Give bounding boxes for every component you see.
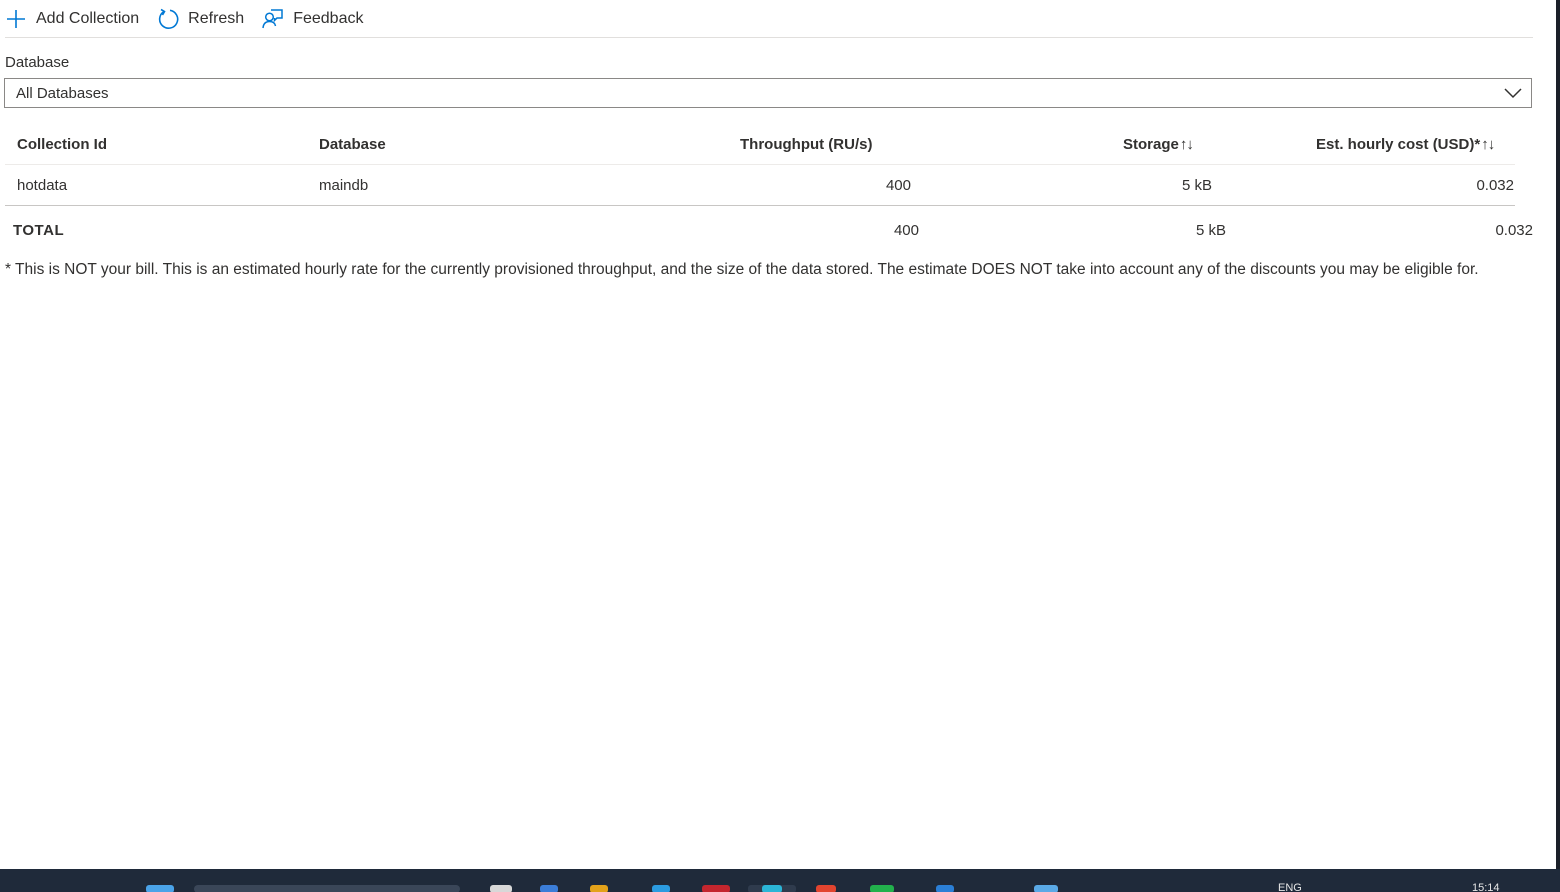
- start-icon[interactable]: [146, 885, 174, 892]
- total-label: TOTAL: [13, 221, 65, 239]
- app-icon[interactable]: [936, 885, 954, 892]
- app-icon[interactable]: [652, 885, 670, 892]
- window-border: [1556, 0, 1560, 892]
- cost-disclaimer: * This is NOT your bill. This is an esti…: [5, 261, 1479, 278]
- language-indicator[interactable]: ENG: [1278, 882, 1302, 892]
- total-throughput: 400: [893, 221, 919, 239]
- clock[interactable]: 15:14: [1472, 882, 1500, 892]
- refresh-button[interactable]: Refresh: [157, 3, 244, 35]
- total-row: TOTAL 400 5 kB 0.032: [0, 210, 1540, 250]
- header-throughput-label: Throughput (RU/s): [740, 135, 873, 153]
- app-icon[interactable]: [762, 885, 782, 892]
- app-icon[interactable]: [490, 885, 512, 892]
- table-row[interactable]: hotdata maindb 400 5 kB 0.032: [5, 165, 1515, 206]
- page: Add Collection Refresh Feedback Database…: [0, 0, 1560, 892]
- refresh-label: Refresh: [188, 9, 245, 27]
- app-icon[interactable]: [1034, 885, 1058, 892]
- cell-collection-id: hotdata: [17, 176, 68, 194]
- header-cost-label: Est. hourly cost (USD)*: [1316, 135, 1481, 153]
- header-storage[interactable]: Storage ↑↓: [1123, 124, 1194, 164]
- cell-throughput: 400: [885, 176, 911, 194]
- refresh-icon: [157, 8, 179, 30]
- app-icon[interactable]: [816, 885, 836, 892]
- sort-icon[interactable]: ↑↓: [1180, 136, 1194, 153]
- database-filter-label: Database: [5, 54, 70, 71]
- database-dropdown[interactable]: All Databases: [4, 78, 1532, 108]
- cell-database: maindb: [319, 176, 369, 194]
- taskbar: ENG 15:14: [0, 869, 1560, 892]
- header-throughput[interactable]: Throughput (RU/s): [740, 124, 872, 164]
- taskbar-search[interactable]: [194, 885, 460, 892]
- main-content: Add Collection Refresh Feedback Database…: [0, 0, 1556, 869]
- cell-storage: 5 kB: [1181, 176, 1212, 194]
- total-storage: 5 kB: [1195, 221, 1226, 239]
- add-collection-label: Add Collection: [36, 9, 140, 27]
- database-dropdown-value: All Databases: [16, 84, 109, 102]
- feedback-icon: [262, 8, 284, 30]
- feedback-label: Feedback: [293, 9, 364, 27]
- header-cost[interactable]: Est. hourly cost (USD)* ↑↓: [1316, 124, 1495, 164]
- chevron-down-icon: [1503, 83, 1523, 103]
- header-collection-id-label: Collection Id: [17, 135, 107, 153]
- app-icon[interactable]: [870, 885, 894, 892]
- collections-table: Collection Id Database Throughput (RU/s)…: [5, 124, 1515, 206]
- add-collection-button[interactable]: Add Collection: [5, 3, 139, 35]
- header-storage-label: Storage: [1123, 135, 1179, 153]
- app-icon[interactable]: [590, 885, 608, 892]
- app-icon[interactable]: [702, 885, 730, 892]
- sort-icon[interactable]: ↑↓: [1481, 136, 1495, 153]
- header-collection-id[interactable]: Collection Id: [17, 124, 107, 164]
- command-bar: Add Collection Refresh Feedback: [5, 0, 1533, 38]
- header-database[interactable]: Database: [319, 124, 386, 164]
- app-icon[interactable]: [540, 885, 558, 892]
- plus-icon: [5, 8, 27, 30]
- header-database-label: Database: [319, 135, 386, 153]
- cell-cost: 0.032: [1476, 176, 1514, 194]
- total-cost: 0.032: [1495, 221, 1533, 239]
- feedback-button[interactable]: Feedback: [262, 3, 363, 35]
- table-header-row: Collection Id Database Throughput (RU/s)…: [5, 124, 1515, 165]
